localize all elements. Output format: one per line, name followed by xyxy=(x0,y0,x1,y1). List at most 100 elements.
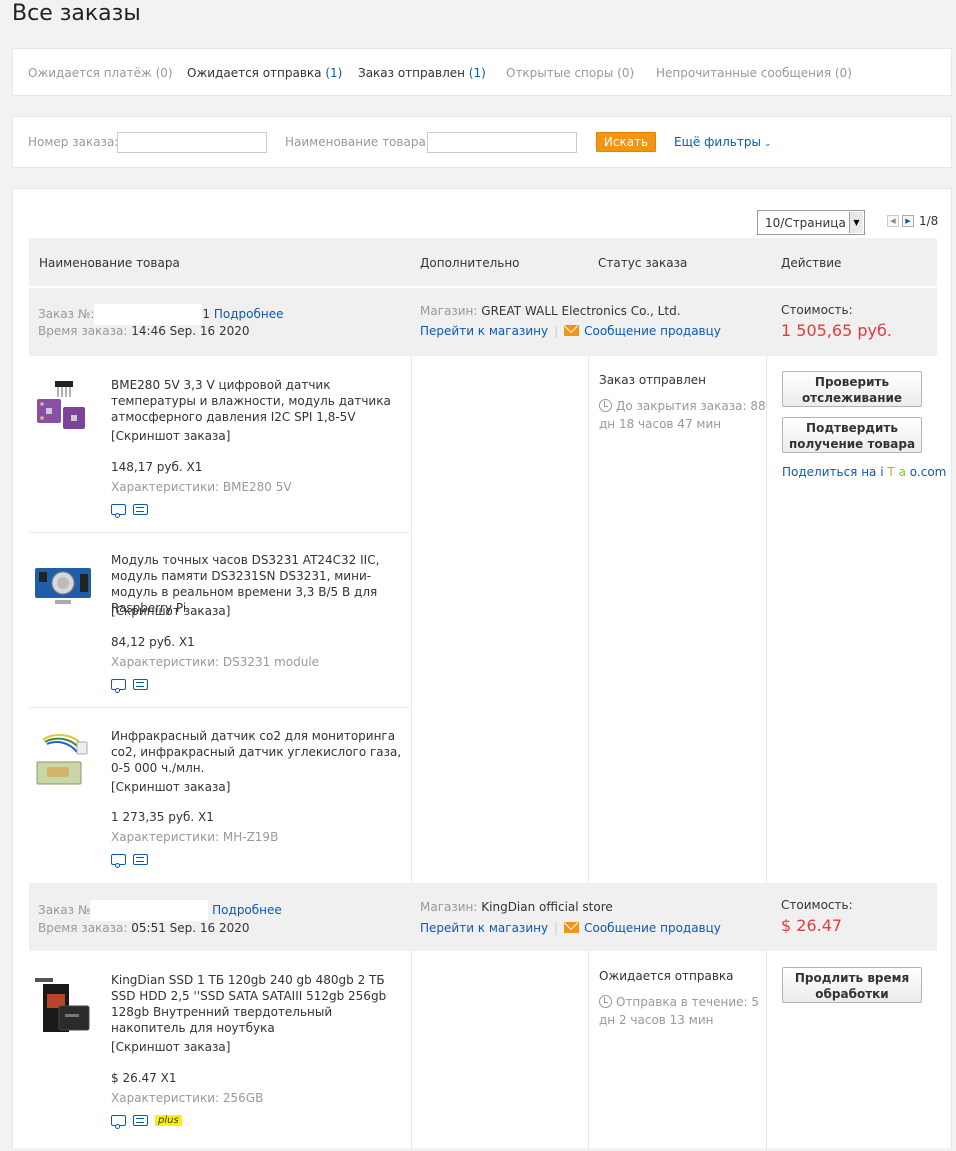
tab-label: Непрочитанные сообщения xyxy=(656,66,832,80)
item-divider xyxy=(29,532,409,533)
product-name-input[interactable] xyxy=(427,132,577,153)
order-time-line: Время заказа: 05:51 Sep. 16 2020 xyxy=(38,921,250,935)
order-time-value: 14:46 Sep. 16 2020 xyxy=(131,324,250,338)
truck-icon[interactable] xyxy=(111,504,126,518)
store-label: Магазин: xyxy=(420,304,478,318)
product-image-bme280[interactable] xyxy=(33,379,95,441)
prev-page-button[interactable]: ◀ xyxy=(887,215,899,227)
column-header-action: Действие xyxy=(781,256,842,270)
message-seller-link[interactable]: Сообщение продавцу xyxy=(584,921,721,935)
return-icon[interactable] xyxy=(133,504,148,515)
item-price: 148,17 руб. X1 xyxy=(111,460,203,474)
order-snapshot-link[interactable]: [Скриншот заказа] xyxy=(111,1040,230,1054)
chevron-down-icon: ⌄ xyxy=(763,139,772,149)
column-divider xyxy=(766,356,767,883)
item-spec: Характеристики: 256GB xyxy=(111,1091,264,1105)
return-icon[interactable] xyxy=(133,679,148,690)
column-divider xyxy=(411,951,412,1151)
next-page-button[interactable]: ▶ xyxy=(902,215,914,227)
search-button[interactable]: Искать xyxy=(596,132,656,152)
go-to-store-link[interactable]: Перейти к магазину xyxy=(420,921,548,935)
product-name-link[interactable]: BME280 5V 3,3 V цифровой датчик температ… xyxy=(111,377,407,425)
tab-unread-messages[interactable]: Непрочитанные сообщения (0) xyxy=(656,66,852,80)
item-price: 1 273,35 руб. X1 xyxy=(111,810,214,824)
column-header-additional: Дополнительно xyxy=(420,256,520,270)
tab-open-disputes[interactable]: Открытые споры (0) xyxy=(506,66,634,80)
redacted-order-number xyxy=(94,304,203,325)
item-spec: Характеристики: DS3231 module xyxy=(111,655,320,669)
return-icon[interactable] xyxy=(133,1115,148,1126)
return-icon[interactable] xyxy=(133,854,148,865)
envelope-icon xyxy=(564,922,580,933)
item-action-icons: plus xyxy=(111,1113,182,1129)
tab-awaiting-shipment[interactable]: Ожидается отправка (1) xyxy=(187,66,342,80)
list-item: Инфракрасный датчик co2 для мониторинга … xyxy=(29,724,409,874)
item-spec: Характеристики: BME280 5V xyxy=(111,480,292,494)
tab-count: (1) xyxy=(325,66,343,80)
clock-icon xyxy=(599,995,612,1008)
product-image-kingdian-ssd[interactable] xyxy=(33,974,95,1036)
item-price: $ 26.47 X1 xyxy=(111,1071,177,1085)
store-line: Магазин: GREAT WALL Electronics Co., Ltd… xyxy=(420,304,681,318)
column-header-status: Статус заказа xyxy=(598,256,688,270)
column-divider xyxy=(588,951,589,1151)
store-label: Магазин: xyxy=(420,900,478,914)
confirm-receipt-button[interactable]: Подтвердить получение товара xyxy=(782,417,922,453)
tab-label: Ожидается отправка xyxy=(187,66,322,80)
product-image-co2-sensor[interactable] xyxy=(33,730,95,792)
order-snapshot-link[interactable]: [Скриншот заказа] xyxy=(111,429,230,443)
order-number-line: Заказ № Подробнее xyxy=(38,900,282,921)
tab-label: Открытые споры xyxy=(506,66,614,80)
order-snapshot-link[interactable]: [Скриншот заказа] xyxy=(111,780,230,794)
orders-panel: 10/Страница ▼ ◀ ▶ 1/8 Наименование товар… xyxy=(12,188,952,1151)
page-indicator: 1/8 xyxy=(919,214,939,228)
product-name-link[interactable]: KingDian SSD 1 ТБ 120gb 240 gb 480gb 2 Т… xyxy=(111,972,407,1036)
tab-awaiting-payment[interactable]: Ожидается платёж (0) xyxy=(28,66,173,80)
order-number-suffix: 1 xyxy=(202,307,211,321)
tab-shipped[interactable]: Заказ отправлен (1) xyxy=(358,66,486,80)
more-filters-link[interactable]: Ещё фильтры ⌄ xyxy=(674,135,772,149)
separator: | xyxy=(554,921,559,935)
cost-label: Стоимость: xyxy=(781,898,853,912)
extend-processing-time-button[interactable]: Продлить время обработки xyxy=(782,967,922,1003)
store-name: GREAT WALL Electronics Co., Ltd. xyxy=(481,304,681,318)
order-timer: До закрытия заказа: 88 дн 18 часов 47 ми… xyxy=(599,397,767,433)
order-number-label: Заказ №: xyxy=(38,307,95,321)
order-snapshot-link[interactable]: [Скриншот заказа] xyxy=(111,604,230,618)
product-image-ds3231[interactable] xyxy=(33,554,95,616)
redacted-order-number xyxy=(90,900,209,921)
order-cost: $ 26.47 xyxy=(781,916,843,935)
check-tracking-button[interactable]: Проверить отслеживание xyxy=(782,371,922,407)
truck-icon[interactable] xyxy=(111,854,126,868)
item-price: 84,12 руб. X1 xyxy=(111,635,195,649)
order-details-link[interactable]: Подробнее xyxy=(212,903,282,917)
order-status: Заказ отправлен xyxy=(599,373,706,387)
tab-label: Заказ отправлен xyxy=(358,66,465,80)
per-page-select[interactable]: 10/Страница ▼ xyxy=(757,210,865,235)
tab-count: (1) xyxy=(468,66,486,80)
item-divider xyxy=(29,707,409,708)
store-actions: Перейти к магазину | Сообщение продавцу xyxy=(420,324,721,338)
order-details-link[interactable]: Подробнее xyxy=(214,307,284,321)
tab-count: (0) xyxy=(155,66,173,80)
page-title: Все заказы xyxy=(12,1,141,26)
plus-badge: plus xyxy=(155,1115,182,1126)
item-action-icons xyxy=(111,852,155,868)
order-time-line: Время заказа: 14:46 Sep. 16 2020 xyxy=(38,324,250,338)
search-filters: Номер заказа: Наименование товара: Искат… xyxy=(12,116,952,168)
product-name-link[interactable]: Инфракрасный датчик co2 для мониторинга … xyxy=(111,728,407,776)
truck-icon[interactable] xyxy=(111,1115,126,1129)
order-timer: Отправка в течение: 5 дн 2 часов 13 мин xyxy=(599,993,767,1029)
order-number-input[interactable] xyxy=(117,132,267,153)
order-header: Заказ № Подробнее Время заказа: 05:51 Se… xyxy=(29,883,937,951)
order-number-label: Заказ № xyxy=(38,903,91,917)
more-filters-label: Ещё фильтры xyxy=(674,135,761,149)
store-name: KingDian official store xyxy=(481,900,613,914)
message-seller-link[interactable]: Сообщение продавцу xyxy=(584,324,721,338)
item-action-icons xyxy=(111,677,155,693)
go-to-store-link[interactable]: Перейти к магазину xyxy=(420,324,548,338)
share-on-itao-link[interactable]: Поделиться на i T a o.com xyxy=(782,465,946,479)
order-time-value: 05:51 Sep. 16 2020 xyxy=(131,921,250,935)
order-cost: 1 505,65 руб. xyxy=(781,321,892,340)
truck-icon[interactable] xyxy=(111,679,126,693)
